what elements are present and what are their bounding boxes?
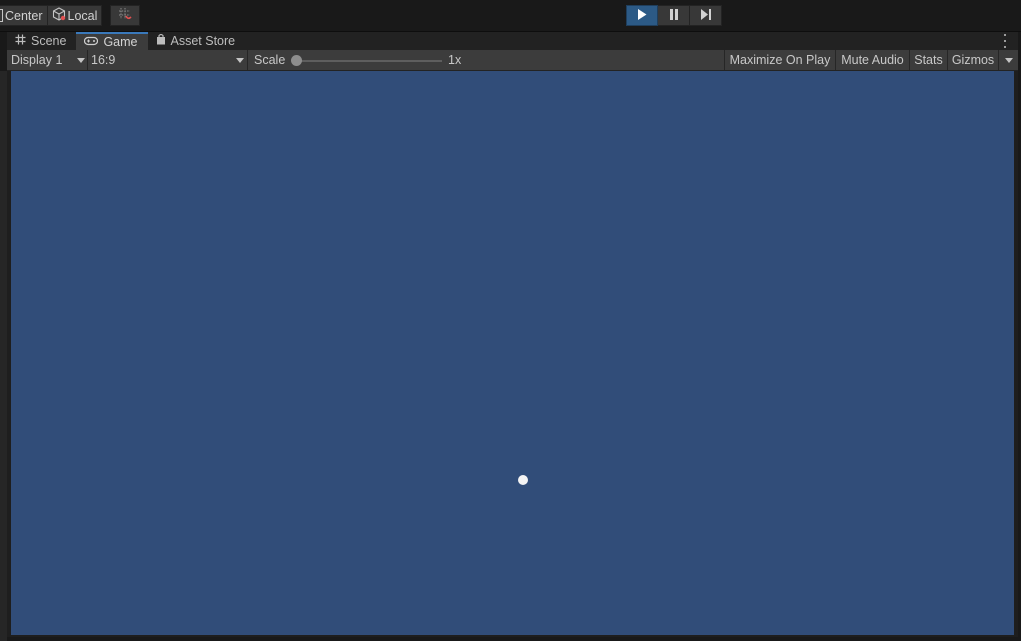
chevron-down-icon xyxy=(77,58,85,63)
aspect-dropdown[interactable]: 16:9 xyxy=(88,50,246,70)
gizmos-label: Gizmos xyxy=(951,53,995,67)
play-icon xyxy=(637,8,647,23)
scale-value: 1x xyxy=(448,53,462,67)
maximize-on-play-button[interactable]: Maximize On Play xyxy=(725,50,835,70)
separator xyxy=(247,50,248,70)
tab-options-icon[interactable] xyxy=(1002,34,1008,48)
tab-asset-store[interactable]: Asset Store xyxy=(148,32,246,50)
step-icon xyxy=(700,8,712,23)
grid-snap-button[interactable] xyxy=(110,5,141,26)
scale-slider-handle[interactable] xyxy=(291,55,302,66)
grid-snap-icon xyxy=(118,7,132,24)
left-panel-edge xyxy=(0,71,7,641)
game-ball xyxy=(518,475,528,485)
pivot-tools: Center Local xyxy=(0,5,141,26)
local-cube-icon xyxy=(52,7,66,24)
stats-button[interactable]: Stats xyxy=(910,50,947,70)
aspect-dropdown-label: 16:9 xyxy=(91,53,116,67)
gamepad-icon xyxy=(84,35,99,49)
pause-button[interactable] xyxy=(658,5,690,26)
mute-audio-button[interactable]: Mute Audio xyxy=(836,50,909,70)
game-view-toolbar: Display 1 16:9 Scale 1x Maximize On Play… xyxy=(7,50,1018,71)
maximize-on-play-label: Maximize On Play xyxy=(729,53,831,67)
gizmos-dropdown[interactable] xyxy=(999,50,1018,70)
scale-slider-track[interactable] xyxy=(297,60,442,62)
tab-game-label: Game xyxy=(103,35,138,49)
pivot-local-label: Local xyxy=(67,8,98,23)
pivot-icon xyxy=(0,9,3,22)
tab-game[interactable]: Game xyxy=(76,32,148,50)
display-dropdown[interactable]: Display 1 xyxy=(7,50,87,70)
gizmos-button[interactable]: Gizmos xyxy=(948,50,998,70)
pivot-local-button[interactable]: Local xyxy=(47,5,103,26)
main-toolbar: Center Local xyxy=(0,0,1021,32)
scale-label: Scale xyxy=(254,53,286,67)
tab-scene-label: Scene xyxy=(31,34,67,48)
play-button[interactable] xyxy=(626,5,658,26)
display-dropdown-label: Display 1 xyxy=(11,53,63,67)
tab-scene[interactable]: Scene xyxy=(7,32,76,50)
chevron-down-icon xyxy=(1004,57,1013,63)
pause-icon xyxy=(669,8,679,23)
tab-asset-store-label: Asset Store xyxy=(170,34,236,48)
shopping-bag-icon xyxy=(156,33,166,48)
stats-label: Stats xyxy=(914,53,943,67)
game-viewport[interactable] xyxy=(11,71,1014,635)
playmode-controls xyxy=(626,5,722,26)
pivot-center-button[interactable]: Center xyxy=(0,5,48,26)
mute-audio-label: Mute Audio xyxy=(841,53,904,67)
pivot-center-label: Center xyxy=(5,8,43,23)
step-button[interactable] xyxy=(690,5,722,26)
chevron-down-icon xyxy=(236,58,244,63)
dock-tab-bar: Scene Game Asset Store xyxy=(7,32,1018,50)
hash-grid-icon xyxy=(15,34,26,48)
